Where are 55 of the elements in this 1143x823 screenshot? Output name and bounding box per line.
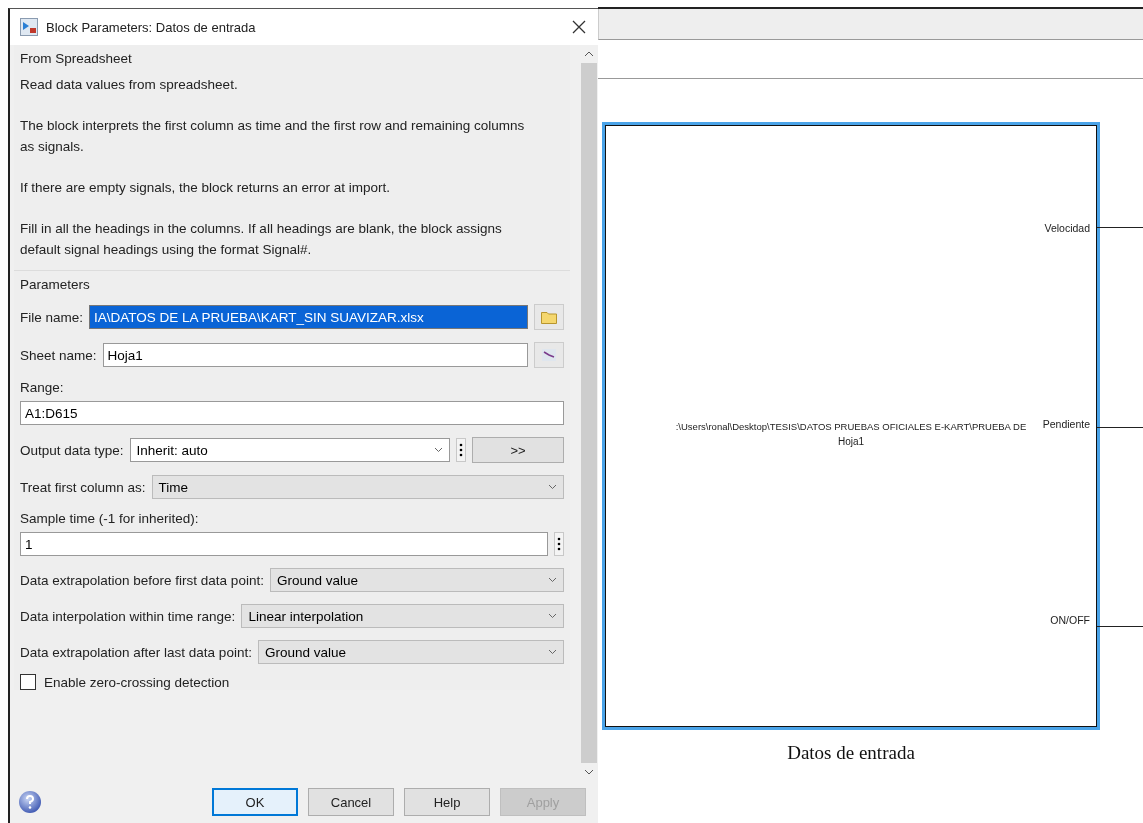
treat-first-column-label: Treat first column as:: [20, 479, 146, 495]
more-options-icon[interactable]: [456, 438, 466, 462]
signal-line: [1097, 227, 1143, 228]
dialog-button[interactable]: Cancel: [308, 788, 394, 816]
checkbox[interactable]: [20, 674, 36, 690]
description-text: Read data values from spreadsheet.: [20, 76, 239, 94]
block-sheet-name: Hoja1: [837, 436, 865, 447]
description-text: The block interprets the first column as time and the first row and remaining columns as signals.: [20, 117, 526, 156]
description-text: If there are empty signals, the block returns an error at import.: [20, 179, 391, 197]
port-label: Velocidad: [1044, 222, 1090, 234]
description-text: Fill in all the headings in the columns. If all headings are blank, the block assigns default signal headings using the format Signal#.: [20, 220, 503, 259]
dialog-button[interactable]: Help: [404, 788, 490, 816]
folder-icon: [541, 310, 557, 324]
file-name-label: File name:: [20, 309, 84, 325]
output-data-type-combo[interactable]: Inherit: auto: [129, 438, 450, 462]
dialog-button[interactable]: OK: [212, 788, 298, 816]
dropdown[interactable]: Ground value: [269, 568, 564, 592]
port-label: Pendiente: [1042, 418, 1090, 430]
app-icon: [20, 18, 38, 36]
spreadsheet-block[interactable]: :\Users\ronal\Desktop\TESIS\DATOS PRUEBAS OFICIALES E-KART\PRUEBA DE Hoja1 Velocidad Pendiente ON/OFF: [605, 125, 1097, 727]
dropdown[interactable]: Linear interpolation: [241, 604, 564, 628]
dropdown[interactable]: Ground value: [257, 640, 564, 664]
block-file-path: :\Users\ronal\Desktop\TESIS\DATOS PRUEBAS OFICIALES E-KART\PRUEBA DE: [675, 421, 1027, 432]
chevron-down-icon: [548, 577, 557, 583]
sample-time-field[interactable]: 1: [20, 532, 548, 556]
help-icon[interactable]: [18, 790, 42, 814]
section-heading: Parameters: [20, 277, 91, 292]
treat-first-column-dropdown[interactable]: Time: [151, 475, 564, 499]
dropdown-label: Data extrapolation after last data point:: [20, 644, 252, 660]
dropdown-label: Data extrapolation before first data point:: [20, 572, 264, 588]
more-options-icon[interactable]: [554, 532, 564, 556]
chevron-down-icon: [434, 447, 443, 453]
signal-line: [1097, 626, 1143, 627]
output-data-type-label: Output data type:: [20, 442, 124, 458]
port-label: ON/OFF: [1050, 614, 1090, 626]
window-title: Block Parameters: Datos de entrada: [46, 19, 257, 35]
scroll-up-icon[interactable]: [584, 51, 594, 57]
signal-line: [1097, 426, 1143, 428]
scroll-down-icon[interactable]: [584, 769, 594, 775]
chevron-down-icon: [548, 649, 557, 655]
close-icon[interactable]: [572, 20, 586, 34]
range-label: Range:: [20, 380, 65, 395]
sample-time-label: Sample time (-1 for inherited):: [20, 511, 200, 526]
dropdown-label: Data interpolation within time range:: [20, 608, 236, 624]
chevron-down-icon: [548, 484, 557, 490]
block-caption: Datos de entrada: [786, 742, 916, 764]
sheet-name-field[interactable]: Hoja1: [102, 343, 528, 367]
data-type-assistant-button[interactable]: >>: [472, 437, 564, 463]
chart-icon: [542, 349, 556, 361]
sheet-name-label: Sheet name:: [20, 347, 97, 363]
checkbox-label: Enable zero-crossing detection: [44, 674, 230, 690]
range-field[interactable]: A1:D615: [20, 401, 564, 425]
file-name-field[interactable]: IA\DATOS DE LA PRUEBA\KART_SIN SUAVIZAR.xlsx: [89, 305, 528, 329]
block-type-heading: From Spreadsheet: [20, 51, 133, 66]
chevron-down-icon: [548, 613, 557, 619]
